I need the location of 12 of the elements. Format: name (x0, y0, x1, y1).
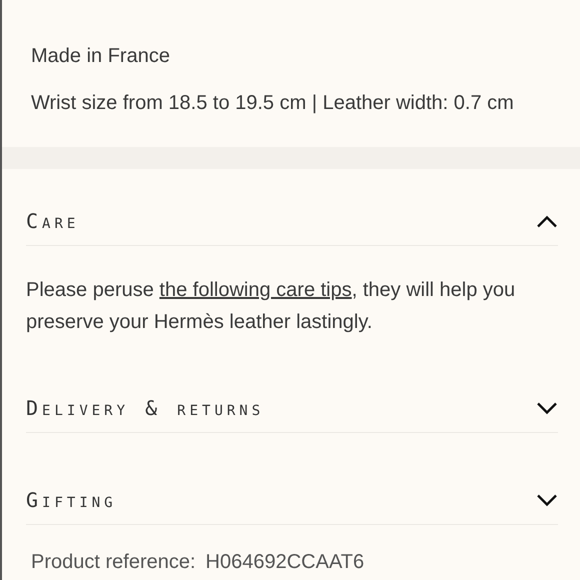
care-tips-link[interactable]: the following care tips (159, 279, 352, 301)
product-reference-label: Product reference: (31, 551, 196, 573)
chevron-icon (536, 494, 558, 506)
detail-text: Made in France (31, 45, 171, 67)
accordion-header[interactable]: Care (26, 197, 558, 246)
detail-text: Wrist size from 18.5 to 19.5 cm | Leather width: 0.7 cm (31, 92, 515, 114)
product-reference-value: H064692CCAAT6 (206, 551, 364, 573)
chevron-icon (536, 214, 558, 228)
accordion-header[interactable]: Delivery & returns (26, 384, 558, 433)
accordion-header[interactable]: Gifting (26, 476, 558, 525)
chevron-icon (536, 402, 558, 414)
care-paragraph: Please peruse the following care tips, they will help you preserve your Hermès leather lastingly. (26, 278, 516, 335)
